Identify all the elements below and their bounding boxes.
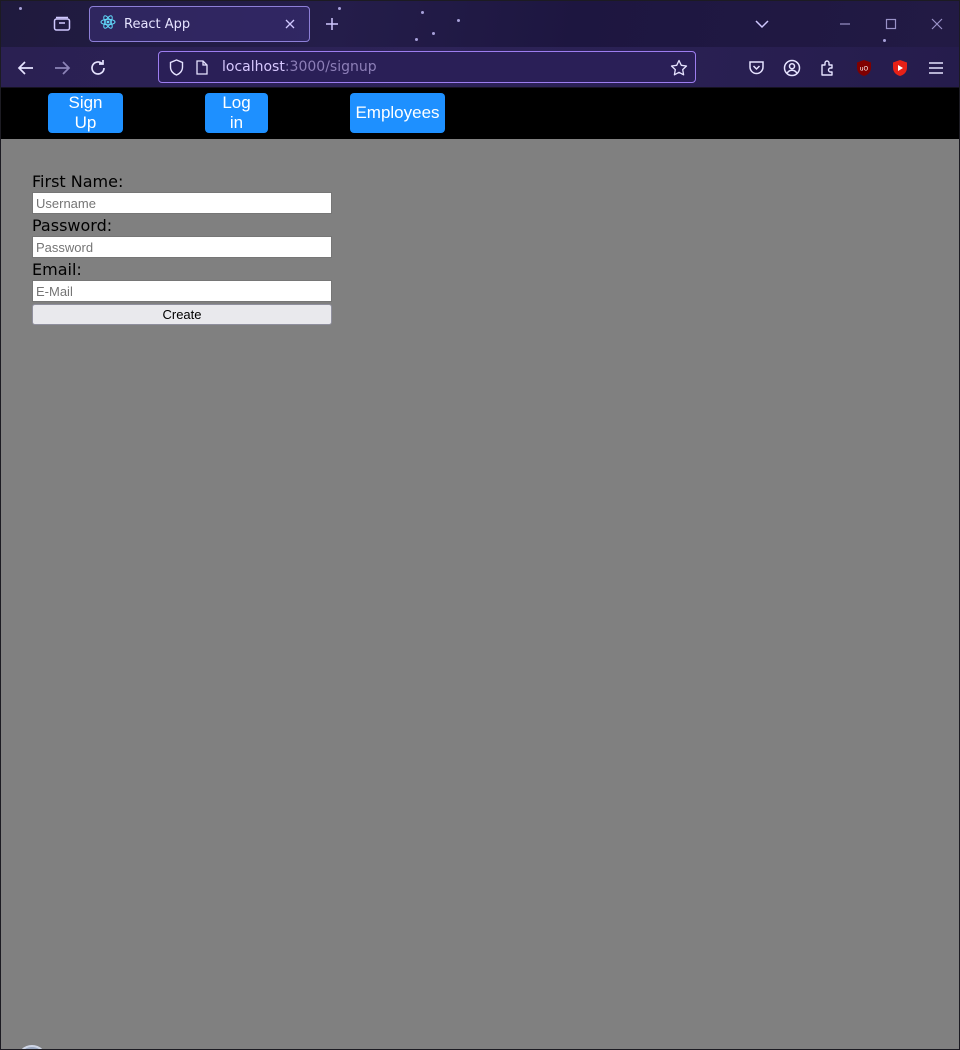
tab-react-app[interactable]: React App (89, 6, 310, 42)
minimize-icon[interactable] (832, 11, 858, 37)
pocket-icon[interactable] (743, 55, 769, 81)
username-input[interactable] (32, 192, 332, 214)
ublock-icon[interactable]: uO (851, 55, 877, 81)
back-icon[interactable] (11, 53, 41, 83)
account-icon[interactable] (779, 55, 805, 81)
app-header: Sign Up Log in Employees (1, 88, 959, 139)
email-input[interactable] (32, 280, 332, 302)
svg-text:uO: uO (860, 66, 869, 73)
tab-title: React App (124, 16, 191, 32)
list-tabs-icon[interactable] (749, 11, 775, 37)
page-icon (194, 59, 210, 75)
close-window-icon[interactable] (924, 11, 950, 37)
youtube-addon-icon[interactable] (887, 55, 913, 81)
password-input[interactable] (32, 236, 332, 258)
password-label: Password: (32, 216, 113, 235)
url-path: :3000/signup (284, 59, 377, 75)
login-nav-button[interactable]: Log in (205, 93, 268, 133)
tab-overview-icon[interactable] (47, 9, 77, 39)
navigation-bar: localhost:3000/signup uO (1, 47, 959, 88)
tab-bar: React App (1, 1, 959, 52)
employees-nav-button[interactable]: Employees (350, 93, 445, 133)
browser-window: React App localhost:3000/signup uO Sign… (0, 0, 960, 1050)
forward-icon[interactable] (47, 53, 77, 83)
avatar (17, 1045, 47, 1049)
new-tab-icon[interactable] (319, 11, 345, 37)
bookmark-star-icon[interactable] (669, 58, 689, 78)
create-button[interactable]: Create (32, 304, 332, 325)
email-label: Email: (32, 260, 82, 279)
shield-icon[interactable] (167, 58, 185, 76)
menu-icon[interactable] (923, 55, 949, 81)
react-icon (100, 14, 116, 35)
extensions-icon[interactable] (815, 55, 841, 81)
reload-icon[interactable] (83, 53, 113, 83)
url-host: localhost (222, 59, 285, 75)
url-bar[interactable]: localhost:3000/signup (158, 51, 696, 83)
maximize-icon[interactable] (878, 11, 904, 37)
first-name-label: First Name: (32, 172, 124, 191)
signup-form: First Name: Password: Email: Create (32, 172, 332, 325)
signup-nav-button[interactable]: Sign Up (48, 93, 123, 133)
tab-close-icon[interactable] (281, 15, 299, 33)
